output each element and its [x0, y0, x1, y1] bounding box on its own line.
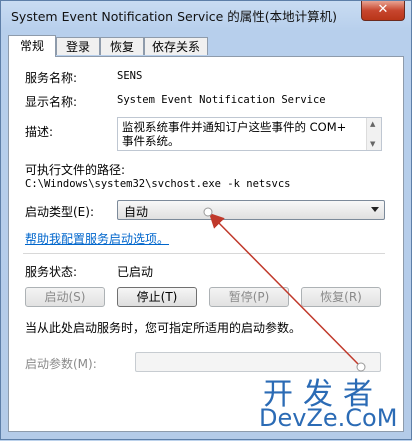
- pause-button[interactable]: 暂停(P): [209, 287, 289, 307]
- help-link[interactable]: 帮助我配置服务启动选项。: [25, 230, 169, 247]
- tab-recovery[interactable]: 恢复: [100, 37, 144, 55]
- display-name-label: 显示名称:: [25, 95, 78, 109]
- start-button[interactable]: 启动(S): [25, 287, 105, 307]
- service-status-value: 已启动: [117, 265, 154, 279]
- separator: [23, 253, 385, 254]
- properties-window: System Event Notification Service 的属性(本地…: [0, 0, 412, 440]
- tab-dependencies[interactable]: 依存关系: [144, 37, 208, 55]
- watermark-en: DevZe.CoM: [259, 404, 398, 432]
- close-icon: ✕: [377, 2, 389, 17]
- description-scrollbar[interactable]: ▲ ▼: [366, 118, 381, 150]
- window-title: System Event Notification Service 的属性(本地…: [11, 9, 337, 24]
- startup-type-label: 启动类型(E):: [25, 205, 94, 219]
- close-button[interactable]: ✕: [361, 1, 405, 21]
- start-params-hint: 当从此处启动服务时，您可指定所适用的启动参数。: [25, 321, 302, 335]
- scroll-down-icon[interactable]: ▼: [370, 140, 375, 148]
- service-name-value: SENS: [117, 70, 143, 82]
- startup-type-select[interactable]: 自动: [117, 200, 385, 220]
- tab-logon[interactable]: 登录: [56, 37, 100, 55]
- startup-type-value: 自动: [124, 205, 149, 219]
- description-label: 描述:: [25, 125, 54, 139]
- resume-button[interactable]: 恢复(R): [301, 287, 381, 307]
- description-box[interactable]: 监视系统事件并通知订户这些事件的 COM+ 事件系统。 ▲ ▼: [117, 117, 382, 151]
- display-name-value: System Event Notification Service: [117, 94, 326, 106]
- tab-general[interactable]: 常规: [8, 35, 56, 57]
- description-text: 监视系统事件并通知订户这些事件的 COM+ 事件系统。: [122, 120, 347, 148]
- service-name-label: 服务名称:: [25, 71, 78, 85]
- service-status-label: 服务状态:: [25, 265, 78, 279]
- exe-path-value: C:\Windows\system32\svchost.exe -k netsv…: [25, 178, 291, 190]
- start-params-label: 启动参数(M):: [25, 357, 97, 371]
- title-bar[interactable]: System Event Notification Service 的属性(本地…: [1, 1, 411, 27]
- exe-path-label: 可执行文件的路径:: [25, 163, 126, 177]
- stop-button[interactable]: 停止(T): [117, 287, 197, 307]
- chevron-down-icon: [371, 207, 379, 212]
- scroll-up-icon[interactable]: ▲: [370, 120, 375, 128]
